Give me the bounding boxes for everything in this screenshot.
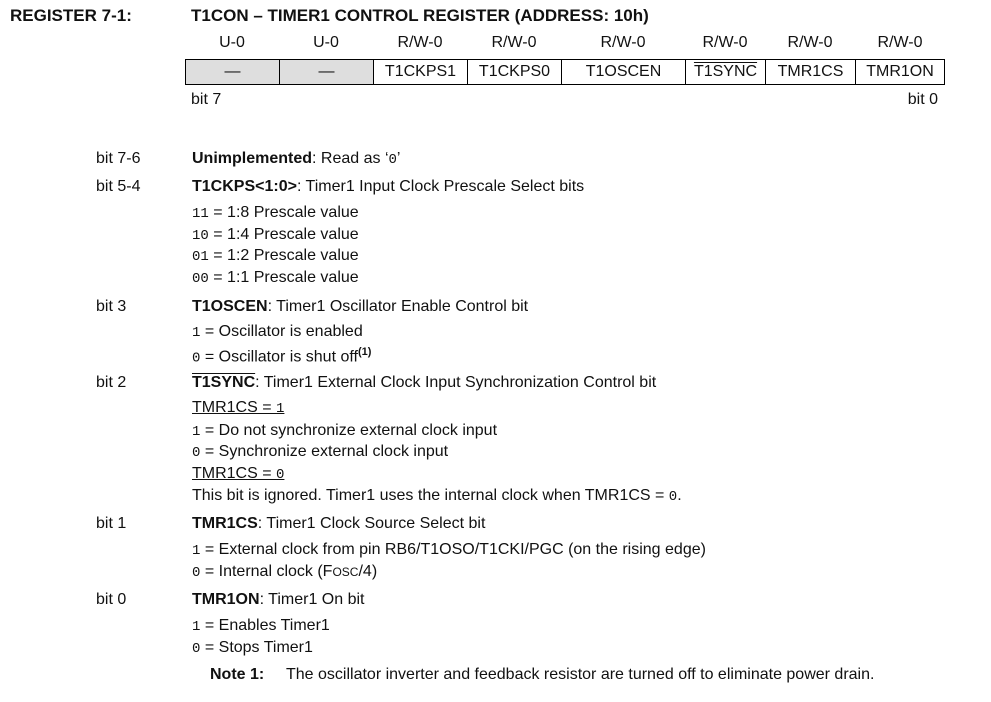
option-text: = External clock from pin RB6/T1OSO/T1CK… — [200, 541, 706, 558]
option-text: = 1:8 Prescale value — [208, 204, 359, 221]
option-text: = 1:4 Prescale value — [208, 226, 359, 243]
access-bit1: R/W-0 — [787, 34, 833, 51]
bit-cells: — — T1CKPS1 T1CKPS0 T1OSCEN T1SYNC TMR1C… — [185, 59, 945, 86]
access-row: U-0 U-0 R/W-0 R/W-0 R/W-0 R/W-0 R/W-0 R/… — [185, 34, 945, 56]
bit2-option: 1 = Do not synchronize external clock in… — [192, 422, 497, 440]
bit3-option: 1 = Oscillator is enabled — [192, 323, 363, 341]
bit1-text: : Timer1 Clock Source Select bit — [257, 515, 486, 532]
bit0-cell: TMR1ON — [855, 59, 945, 85]
condition-code: 0 — [276, 467, 285, 483]
option-code: 01 — [192, 249, 209, 265]
bit2-condition-1: TMR1CS = 1 — [192, 399, 284, 417]
option-text: = Stops Timer1 — [200, 639, 313, 656]
access-bit5: R/W-0 — [397, 34, 443, 51]
bit6-cell: — — [279, 59, 374, 85]
bit76-name: Unimplemented — [192, 150, 313, 167]
bit1-cell: TMR1CS — [765, 59, 856, 85]
bit0-name: TMR1ON — [192, 591, 260, 608]
option-text: = Enables Timer1 — [200, 617, 330, 634]
bit3-desc: T1OSCEN: Timer1 Oscillator Enable Contro… — [192, 298, 528, 316]
bit3-cell: T1OSCEN — [561, 59, 686, 85]
bit2-ignored-note: This bit is ignored. Timer1 uses the int… — [192, 487, 682, 505]
ignored-end: . — [677, 487, 682, 504]
bit3-name: T1OSCEN — [192, 298, 268, 315]
access-bit0: R/W-0 — [877, 34, 923, 51]
option-text: = Oscillator is shut off — [200, 348, 358, 366]
bit76-desc: Unimplemented: Read as ‘0’ — [192, 150, 400, 168]
bit0-text: : Timer1 On bit — [259, 591, 365, 608]
bit3-text: : Timer1 Oscillator Enable Control bit — [267, 298, 529, 315]
footnote-label: Note 1: — [210, 666, 265, 683]
bit54-option: 00 = 1:1 Prescale value — [192, 269, 359, 287]
option-text: = 1:2 Prescale value — [208, 247, 359, 264]
ignored-text: This bit is ignored. Timer1 uses the int… — [192, 487, 669, 504]
footnote-ref: (1) — [357, 346, 372, 358]
bit54-option: 01 = 1:2 Prescale value — [192, 247, 359, 265]
access-bit6: U-0 — [313, 34, 339, 51]
bit2-label: bit 2 — [96, 374, 127, 391]
msb-label: bit 7 — [191, 91, 222, 108]
bit7-cell: — — [185, 59, 280, 85]
bit1-desc: TMR1CS: Timer1 Clock Source Select bit — [192, 515, 485, 533]
option-text: = 1:1 Prescale value — [208, 269, 359, 286]
bit1-option: 1 = External clock from pin RB6/T1OSO/T1… — [192, 541, 706, 559]
register-label: REGISTER 7-1: — [10, 6, 132, 25]
option-text: = Synchronize external clock input — [200, 443, 449, 460]
option-text: = Internal clock (F — [200, 563, 333, 580]
option-code: 10 — [192, 228, 209, 244]
option-code: 00 — [192, 271, 209, 287]
access-bit2: R/W-0 — [702, 34, 748, 51]
bit54-option: 11 = 1:8 Prescale value — [192, 204, 359, 222]
lsb-label: bit 0 — [907, 91, 938, 108]
bit54-option: 10 = 1:4 Prescale value — [192, 226, 359, 244]
bit2-text: : Timer1 External Clock Input Synchroniz… — [255, 374, 657, 391]
bit5-cell: T1CKPS1 — [373, 59, 468, 85]
ignored-code: 0 — [668, 489, 678, 505]
bit2-condition-0: TMR1CS = 0 — [192, 465, 284, 483]
bit54-text: : Timer1 Input Clock Prescale Select bit… — [296, 178, 585, 195]
bit0-option: 0 = Stops Timer1 — [192, 639, 313, 657]
bit76-end: ’ — [396, 150, 401, 167]
condition-text: TMR1CS = — [192, 465, 277, 482]
option-end: /4) — [358, 563, 378, 580]
access-bit3: R/W-0 — [600, 34, 646, 51]
bit54-label: bit 5-4 — [96, 178, 141, 195]
bit2-name: T1SYNC — [693, 63, 758, 80]
bit0-desc: TMR1ON: Timer1 On bit — [192, 591, 364, 609]
bit4-cell: T1CKPS0 — [467, 59, 562, 85]
bit0-label: bit 0 — [96, 591, 127, 608]
footnote: Note 1: The oscillator inverter and feedb… — [210, 666, 874, 684]
bit0-option: 1 = Enables Timer1 — [192, 617, 330, 635]
fosc-smallcaps: OSC — [332, 565, 359, 579]
bit1-name: TMR1CS — [192, 515, 258, 532]
bit76-label: bit 7-6 — [96, 150, 141, 167]
bit54-desc: T1CKPS<1:0>: Timer1 Input Clock Prescale… — [192, 178, 584, 196]
bit54-name: T1CKPS<1:0> — [192, 178, 297, 195]
bit3-option: 0 = Oscillator is shut off(1) — [192, 346, 371, 366]
option-text: = Do not synchronize external clock inpu… — [200, 422, 498, 439]
option-code: 11 — [192, 206, 209, 222]
condition-text: TMR1CS = — [192, 399, 277, 416]
access-bit4: R/W-0 — [491, 34, 537, 51]
bit1-option: 0 = Internal clock (FOSC/4) — [192, 563, 377, 581]
bit76-text: : Read as ‘ — [312, 150, 389, 167]
access-bit7: U-0 — [219, 34, 245, 51]
footnote-text: The oscillator inverter and feedback res… — [286, 666, 875, 683]
bit2-cell: T1SYNC — [685, 59, 766, 85]
bit2-name: T1SYNC — [192, 374, 256, 391]
condition-code: 1 — [276, 401, 285, 417]
bit2-desc: T1SYNC: Timer1 External Clock Input Sync… — [192, 374, 656, 392]
bit2-option: 0 = Synchronize external clock input — [192, 443, 448, 461]
bit1-label: bit 1 — [96, 515, 127, 532]
register-title: T1CON – TIMER1 CONTROL REGISTER (ADDRESS… — [191, 6, 649, 25]
bit3-label: bit 3 — [96, 298, 127, 315]
option-text: = Oscillator is enabled — [200, 323, 363, 340]
bit76-value: 0 — [388, 152, 397, 168]
